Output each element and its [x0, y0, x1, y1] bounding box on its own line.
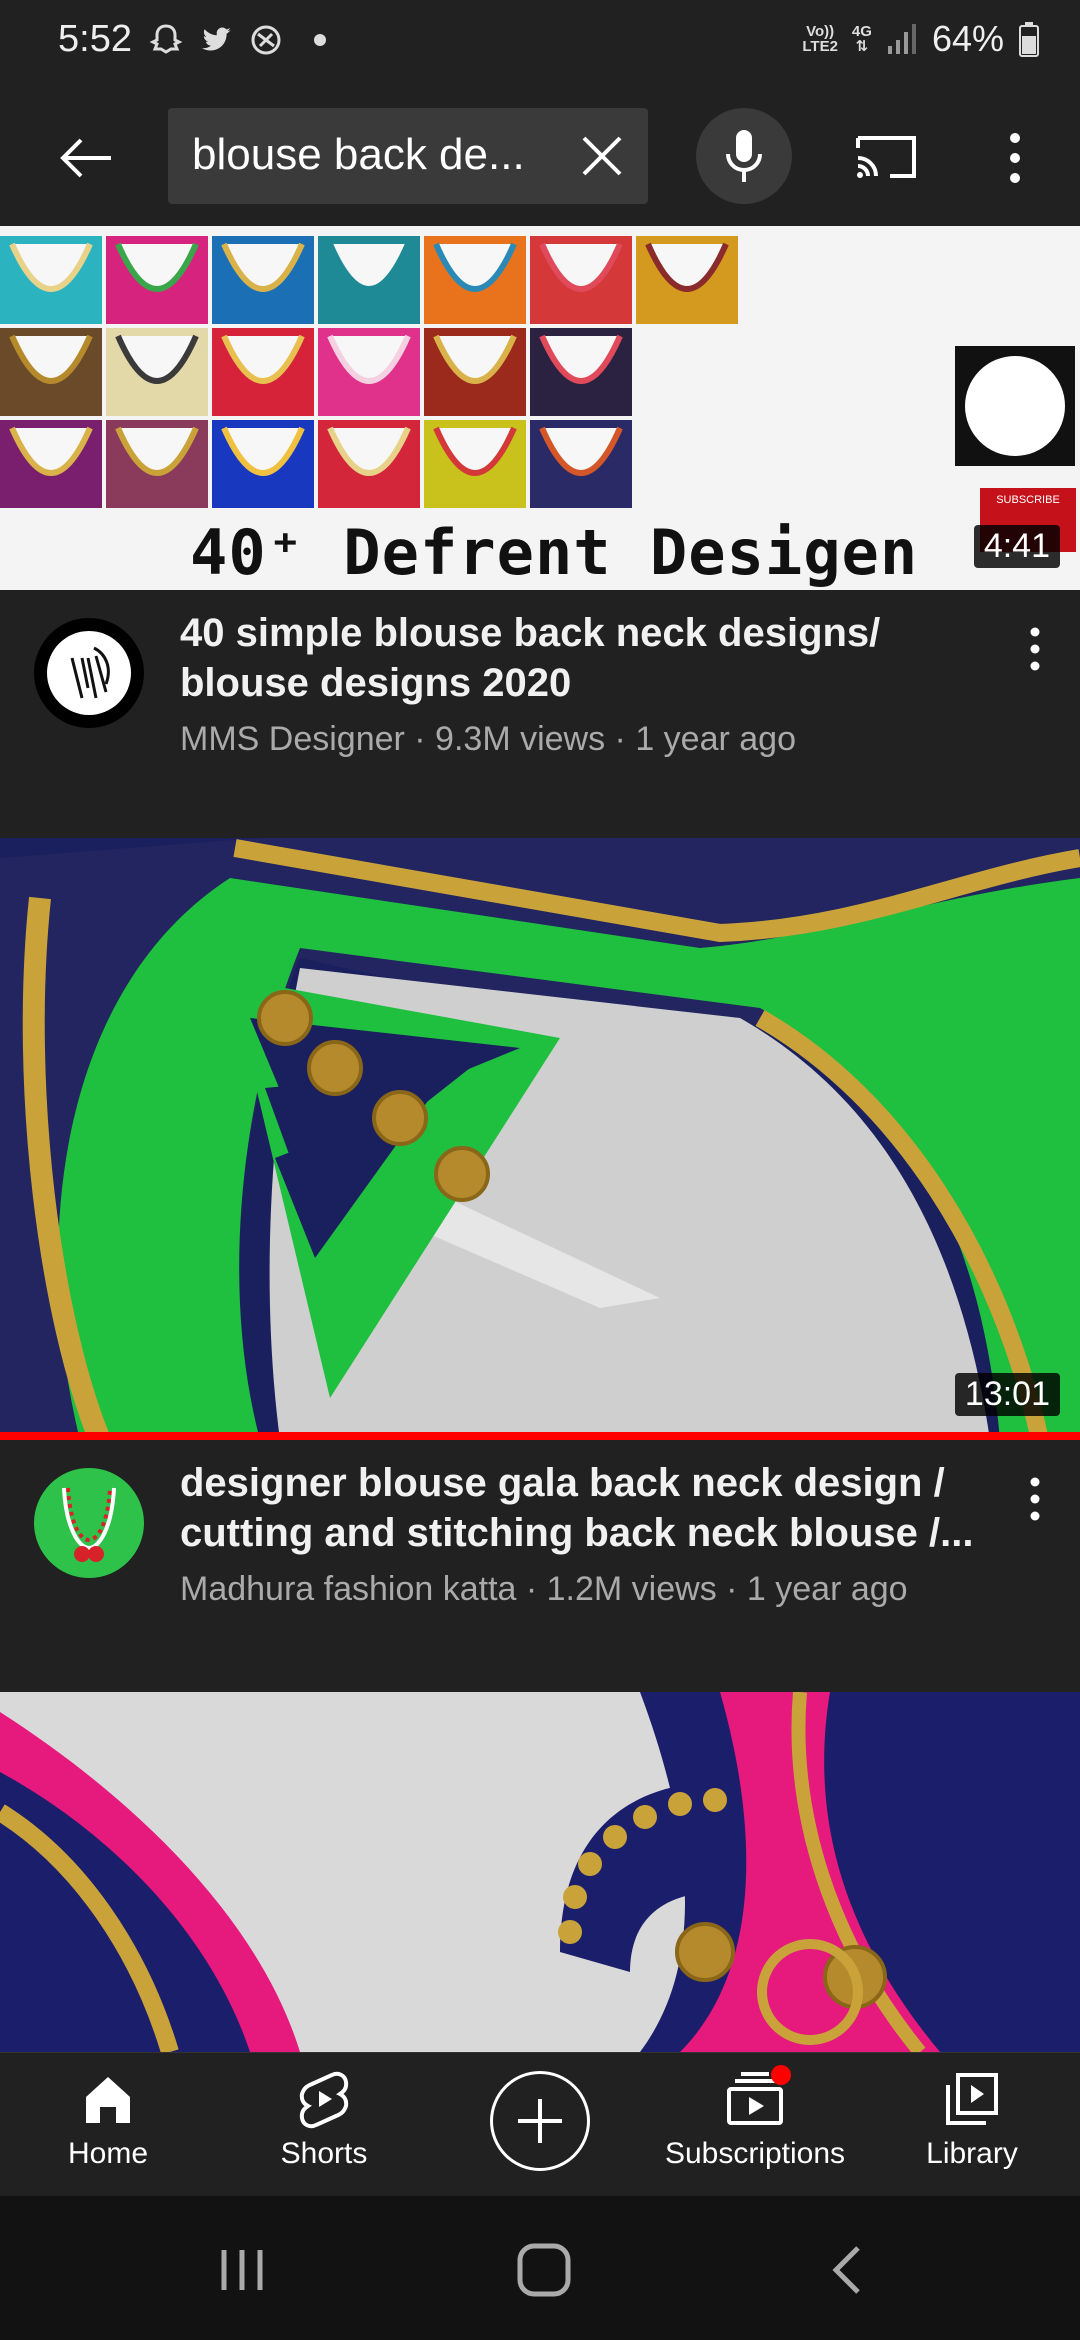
- nav-library-label: Library: [926, 2137, 1018, 2170]
- volte-indicator: Vo)) LTE2: [802, 23, 838, 55]
- mms-logo-icon: [47, 631, 131, 715]
- cast-icon[interactable]: [850, 120, 922, 192]
- channel-logo-badge: [955, 346, 1075, 466]
- search-input[interactable]: blouse back de...: [168, 108, 648, 204]
- back-button[interactable]: [40, 118, 130, 198]
- vpn-icon: [251, 25, 281, 55]
- create-button[interactable]: [490, 2071, 590, 2171]
- video-thumbnail[interactable]: 40⁺ Defrent Desigen SUBSCRIBE 4:41: [0, 226, 1080, 590]
- video-title[interactable]: 40 simple blouse back neck designs/ blou…: [180, 608, 980, 708]
- status-time: 5:52: [58, 18, 132, 60]
- battery-percent: 64%: [931, 18, 1004, 59]
- system-navigation-bar: [0, 2196, 1080, 2340]
- pink-blouse-image: [0, 1692, 1080, 2052]
- status-bar: 5:52 Vo)) LTE2 4G ⇅ 64%: [0, 0, 1080, 90]
- back-system-icon[interactable]: [824, 2242, 868, 2298]
- video-thumbnail[interactable]: [0, 1692, 1080, 2052]
- video-info[interactable]: designer blouse gala back neck design / …: [0, 1440, 1080, 1660]
- nav-subscriptions-label: Subscriptions: [664, 2137, 846, 2170]
- home-system-icon[interactable]: [514, 2240, 574, 2300]
- snapchat-icon: [149, 24, 183, 54]
- notification-dot: [771, 2065, 791, 2085]
- home-icon: [86, 2077, 130, 2123]
- video-metadata: Madhura fashion katta · 1.2M views · 1 y…: [180, 1570, 908, 1608]
- plus-icon: [518, 2099, 562, 2143]
- nav-shorts[interactable]: Shorts: [264, 2067, 384, 2187]
- watch-progress-bar: [0, 1432, 1080, 1440]
- green-blouse-image: [0, 838, 1080, 1440]
- recent-apps-icon[interactable]: [214, 2242, 270, 2298]
- watch-progress-fill: [0, 1432, 1080, 1440]
- library-icon: [946, 2073, 998, 2125]
- arrow-back-icon: [60, 138, 111, 178]
- thumbnail-caption: 40⁺ Defrent Desigen: [190, 516, 919, 589]
- more-options-icon[interactable]: [990, 118, 1040, 198]
- video-thumbnail[interactable]: 13:01: [0, 838, 1080, 1440]
- microphone-icon: [726, 130, 762, 182]
- search-query: blouse back de...: [192, 130, 525, 179]
- battery-icon: [1019, 22, 1039, 57]
- shorts-icon: [299, 2071, 349, 2129]
- video-duration: 13:01: [954, 1373, 1060, 1416]
- video-duration: 4:41: [973, 525, 1060, 568]
- notification-icons: [148, 22, 326, 58]
- nav-shorts-label: Shorts: [280, 2137, 368, 2170]
- voice-search-button[interactable]: [696, 108, 792, 204]
- twitter-icon: [202, 27, 231, 51]
- nav-library[interactable]: Library: [912, 2067, 1032, 2187]
- nav-home[interactable]: Home: [48, 2067, 168, 2187]
- channel-avatar[interactable]: [34, 1468, 144, 1578]
- nav-subscriptions[interactable]: Subscriptions: [660, 2065, 850, 2187]
- video-more-icon[interactable]: [1010, 1464, 1060, 1534]
- video-metadata: MMS Designer · 9.3M views · 1 year ago: [180, 720, 796, 758]
- channel-avatar[interactable]: [34, 618, 144, 728]
- necklace-logo-icon: [62, 1487, 116, 1562]
- clear-search-icon[interactable]: [576, 130, 628, 182]
- network-type: 4G ⇅: [851, 23, 872, 55]
- nav-home-label: Home: [67, 2137, 149, 2170]
- bottom-navigation: Home Shorts Subscriptions Library: [0, 2052, 1080, 2195]
- signal-icon: [887, 24, 916, 54]
- system-status: Vo)) LTE2 4G ⇅ 64%: [802, 18, 1040, 60]
- video-info[interactable]: 40 simple blouse back neck designs/ blou…: [0, 590, 1080, 810]
- more-notifications-dot: [314, 34, 326, 46]
- search-header: blouse back de...: [0, 90, 1080, 226]
- video-title[interactable]: designer blouse gala back neck design / …: [180, 1458, 980, 1558]
- video-more-icon[interactable]: [1010, 614, 1060, 684]
